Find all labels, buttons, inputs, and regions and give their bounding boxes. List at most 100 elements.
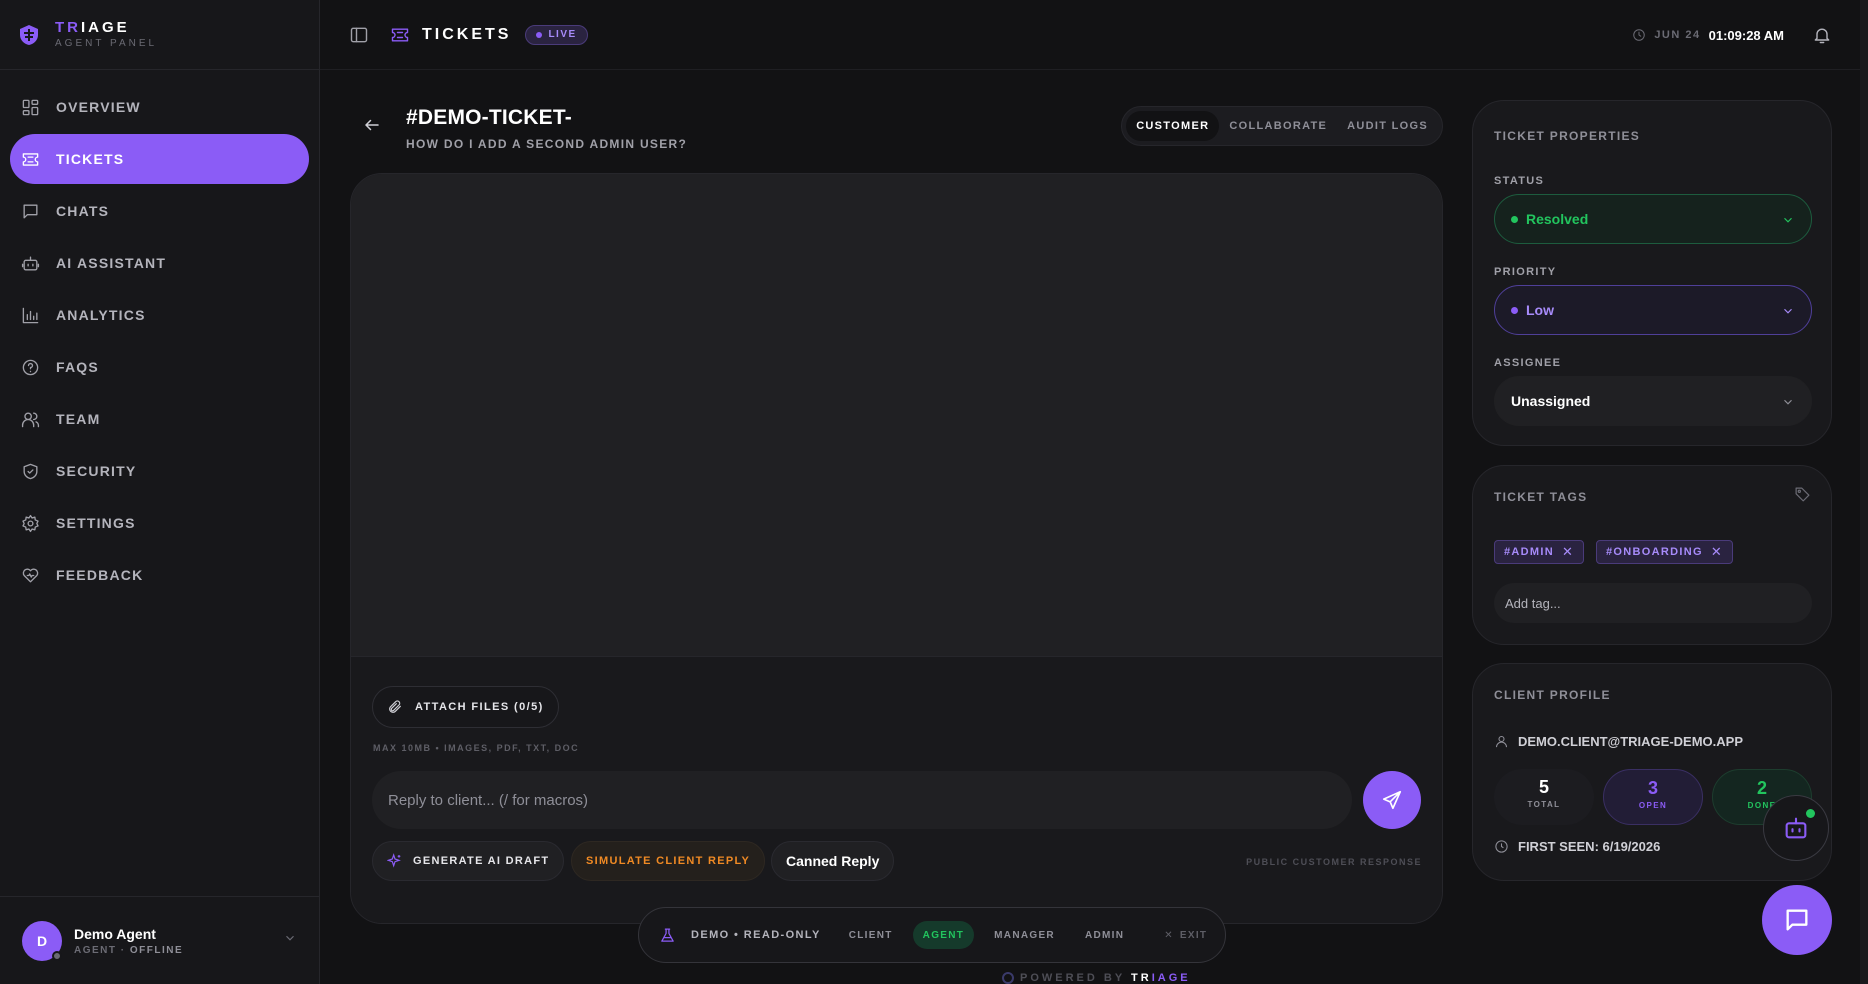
status-select[interactable]: Resolved [1494, 194, 1812, 244]
triage-logo-icon [20, 24, 38, 45]
chevron-down-icon [1784, 399, 1792, 405]
avatar-initial: D [36, 932, 48, 949]
send-icon [1382, 790, 1402, 810]
ticket-tags-card: TICKET TAGS #ADMIN ✕ #ONBOARDING ✕ [1472, 465, 1832, 645]
sidebar-item-label: AI ASSISTANT [56, 255, 167, 271]
tag-chip[interactable]: #ONBOARDING ✕ [1596, 540, 1734, 564]
chat-button[interactable] [1762, 885, 1832, 955]
remove-tag-icon[interactable]: ✕ [1562, 544, 1574, 560]
send-button[interactable] [1363, 771, 1421, 829]
remove-tag-icon[interactable]: ✕ [1711, 544, 1723, 560]
client-profile-title: CLIENT PROFILE [1494, 688, 1611, 702]
role-admin-button[interactable]: ADMIN [1075, 921, 1134, 949]
add-tag-input[interactable] [1494, 583, 1812, 623]
tab-collaborate[interactable]: COLLABORATE [1219, 111, 1337, 141]
ticket-header: #DEMO-TICKET- HOW DO I ADD A SECOND ADMI… [355, 100, 1443, 160]
brand-name: TRIAGE [55, 19, 130, 36]
role-client-button[interactable]: CLIENT [839, 921, 903, 949]
scrollbar[interactable] [1860, 0, 1868, 984]
powered-logo-icon [1002, 972, 1014, 984]
attach-files-button[interactable]: ATTACH FILES (0/5) [372, 686, 559, 728]
attach-files-label: ATTACH FILES (0/5) [415, 701, 544, 713]
online-dot [1806, 809, 1815, 818]
reply-input[interactable] [372, 771, 1352, 829]
status-label: STATUS [1494, 175, 1545, 187]
canned-reply-button[interactable]: Canned Reply [771, 841, 895, 881]
chevron-down-icon [286, 935, 294, 941]
client-email: DEMO.CLIENT@TRIAGE-DEMO.APP [1494, 734, 1743, 749]
ticket-tags-title: TICKET TAGS [1494, 490, 1588, 504]
sidebar-toggle-icon[interactable] [349, 25, 369, 45]
sidebar-item-feedback[interactable]: FEEDBACK [10, 550, 309, 600]
current-time: 01:09:28 AM [1708, 27, 1784, 43]
sidebar-item-tickets[interactable]: TICKETS [10, 134, 309, 184]
brand[interactable]: TRIAGE AGENT PANEL [0, 0, 319, 70]
grid-icon [22, 99, 39, 115]
demo-mode-label: DEMO • READ-ONLY [691, 929, 821, 941]
sidebar-item-label: FEEDBACK [56, 567, 144, 583]
attach-hint: MAX 10MB • IMAGES, PDF, TXT, DOC [373, 743, 580, 753]
first-seen: FIRST SEEN: 6/19/2026 [1494, 839, 1660, 854]
priority-select[interactable]: Low [1494, 285, 1812, 335]
message-thread[interactable] [351, 174, 1442, 656]
exit-demo-button[interactable]: ✕ EXIT [1164, 930, 1207, 941]
back-arrow-icon[interactable] [363, 116, 381, 134]
close-icon: ✕ [1164, 929, 1174, 941]
tab-customer[interactable]: CUSTOMER [1126, 111, 1220, 141]
user-menu[interactable]: D Demo Agent AGENT · OFFLINE [0, 896, 319, 984]
simulate-client-reply-button[interactable]: SIMULATE CLIENT REPLY [571, 841, 766, 881]
sidebar-item-security[interactable]: SECURITY [10, 446, 309, 496]
status-dot [1511, 215, 1518, 223]
reply-composer: ATTACH FILES (0/5) MAX 10MB • IMAGES, PD… [351, 656, 1442, 923]
chevron-down-icon [1784, 217, 1792, 223]
user-role: AGENT · OFFLINE [74, 944, 184, 956]
current-date: JUN 24 [1654, 29, 1701, 41]
user-name: Demo Agent [74, 925, 156, 942]
stat-total: 5 TOTAL [1494, 769, 1594, 825]
powered-by: POWERED BY TRIAGE [1020, 972, 1191, 984]
sidebar-item-team[interactable]: TEAM [10, 394, 309, 444]
sparkles-icon [387, 853, 401, 868]
robot-icon [1785, 817, 1807, 839]
sidebar-item-analytics[interactable]: ANALYTICS [10, 290, 309, 340]
live-badge: LIVE [525, 24, 588, 45]
sidebar-nav: OVERVIEW TICKETS CHATS AI ASSISTANT ANAL… [0, 70, 319, 600]
user-icon [1495, 735, 1508, 748]
ticket-icon [391, 27, 409, 42]
role-agent-button[interactable]: AGENT [912, 921, 975, 949]
sidebar-item-label: TICKETS [56, 151, 125, 167]
priority-value: Low [1526, 302, 1554, 318]
ai-bot-button[interactable] [1763, 795, 1829, 861]
ticket-icon [22, 152, 39, 166]
tab-audit-logs[interactable]: AUDIT LOGS [1337, 111, 1438, 141]
tag-chip[interactable]: #ADMIN ✕ [1494, 540, 1585, 564]
sidebar-item-label: ANALYTICS [56, 307, 146, 323]
assignee-value: Unassigned [1511, 393, 1591, 409]
role-manager-button[interactable]: MANAGER [984, 921, 1065, 949]
assignee-select[interactable]: Unassigned [1494, 376, 1812, 426]
status-value: Resolved [1526, 211, 1589, 227]
sidebar-item-label: SETTINGS [56, 515, 136, 531]
ticket-subject: HOW DO I ADD A SECOND ADMIN USER? [406, 137, 688, 151]
page-title: TICKETS [422, 25, 512, 43]
sidebar-item-label: TEAM [56, 411, 101, 427]
generate-ai-draft-button[interactable]: GENERATE AI DRAFT [372, 841, 565, 881]
chat-bubble-icon [23, 203, 38, 219]
sidebar-item-overview[interactable]: OVERVIEW [10, 82, 309, 132]
public-response-label: PUBLIC CUSTOMER RESPONSE [1246, 857, 1422, 867]
shield-icon [23, 463, 38, 479]
ticket-tabs: CUSTOMER COLLABORATE AUDIT LOGS [1121, 106, 1443, 146]
sidebar-item-faqs[interactable]: FAQS [10, 342, 309, 392]
topbar: TICKETS LIVE JUN 24 01:09:28 AM [320, 0, 1868, 70]
stat-open: 3 OPEN [1603, 769, 1703, 825]
sidebar-item-chats[interactable]: CHATS [10, 186, 309, 236]
sidebar-item-settings[interactable]: SETTINGS [10, 498, 309, 548]
clock-icon [1495, 840, 1508, 853]
sidebar-item-ai-assistant[interactable]: AI ASSISTANT [10, 238, 309, 288]
assignee-label: ASSIGNEE [1494, 357, 1562, 369]
help-circle-icon [22, 359, 39, 375]
generate-ai-draft-label: GENERATE AI DRAFT [413, 855, 550, 867]
bell-icon[interactable] [1812, 25, 1832, 45]
sidebar-item-label: SECURITY [56, 463, 137, 479]
conversation-panel: ATTACH FILES (0/5) MAX 10MB • IMAGES, PD… [350, 173, 1443, 924]
